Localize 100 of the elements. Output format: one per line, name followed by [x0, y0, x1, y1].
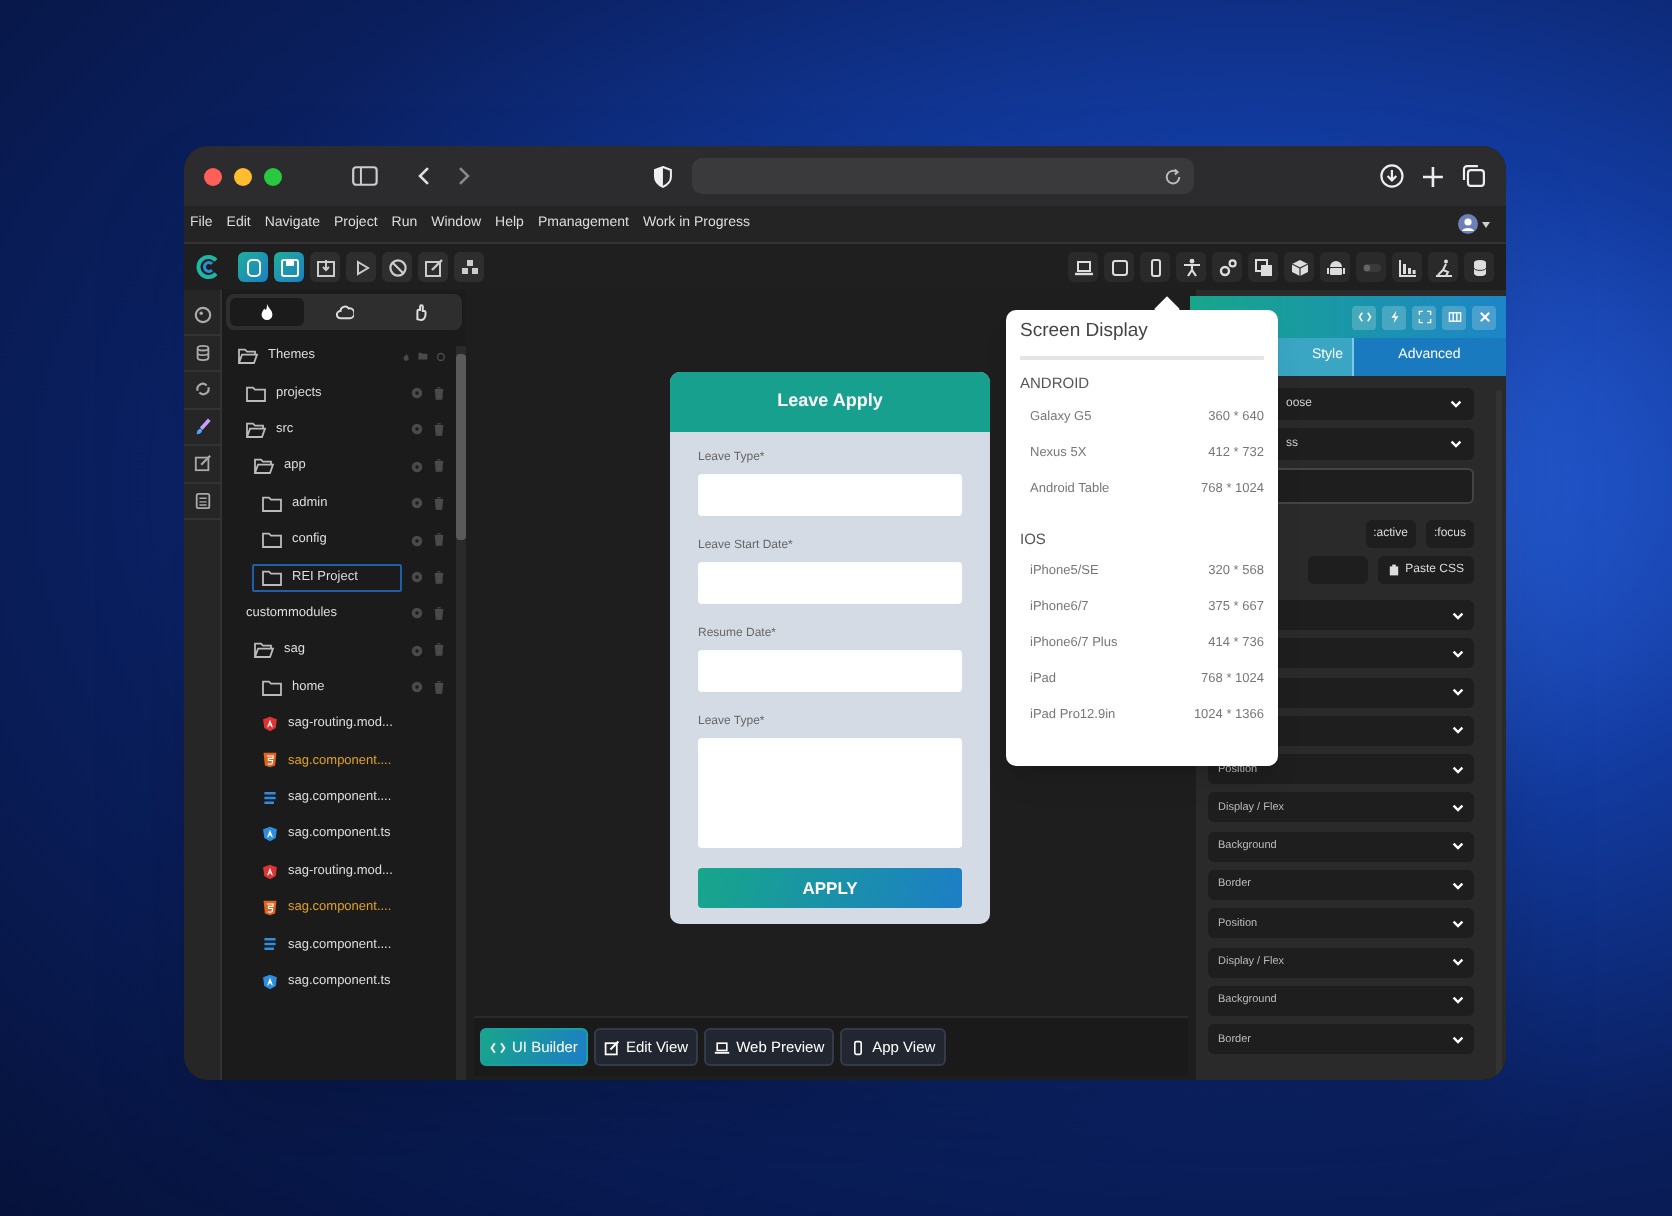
input-field[interactable]	[698, 474, 962, 516]
edit-icon	[603, 1039, 620, 1055]
typescript-icon	[262, 973, 278, 990]
toolbar-button[interactable]	[1284, 252, 1314, 282]
phone-icon	[1145, 257, 1165, 277]
chevron-down-icon	[1450, 400, 1462, 408]
toolbar-button[interactable]	[1140, 252, 1170, 282]
typescript-icon	[262, 826, 278, 843]
android-icon	[1325, 257, 1345, 277]
css-icon	[262, 789, 278, 806]
gears-icon	[1217, 257, 1237, 277]
logo-icon	[196, 254, 220, 280]
toolbar-button[interactable]	[1248, 252, 1278, 282]
database-icon[interactable]	[193, 343, 211, 362]
shield-icon	[653, 165, 672, 187]
zoom-button[interactable]	[263, 167, 282, 185]
document-icon	[243, 257, 263, 277]
bolt-icon	[1387, 310, 1401, 324]
open-folder-icon	[254, 458, 274, 475]
toolbar-button[interactable]	[1392, 252, 1422, 282]
header-button[interactable]	[1472, 305, 1496, 329]
toolbar-button[interactable]	[1464, 252, 1494, 282]
toolbar-button[interactable]	[310, 252, 340, 282]
cloud-icon	[335, 302, 353, 322]
forward-icon[interactable]	[457, 166, 470, 186]
toolbar-button[interactable]	[238, 252, 268, 282]
chevron-down-icon	[1452, 842, 1464, 851]
chevron-down-icon	[1452, 611, 1464, 619]
download-icon[interactable]	[1380, 164, 1405, 188]
caret-icon[interactable]	[1482, 221, 1490, 227]
prohibited-icon	[387, 257, 407, 277]
form-title: Leave Apply	[670, 372, 990, 432]
edit-icon[interactable]	[193, 454, 211, 473]
code-icon	[1357, 310, 1371, 324]
palette-icon[interactable]	[193, 306, 211, 325]
clipboard-icon	[1387, 564, 1400, 576]
database-icon	[1469, 257, 1489, 277]
apply-button[interactable]: APPLY	[698, 868, 962, 908]
toolbar-button[interactable]	[1320, 252, 1350, 282]
header-button[interactable]	[1442, 305, 1466, 329]
brush-icon[interactable]	[193, 417, 211, 436]
code-icon	[490, 1039, 506, 1055]
chevron-down-icon	[1452, 649, 1464, 658]
input-field[interactable]	[698, 562, 962, 604]
toolbar-button[interactable]	[1104, 252, 1134, 282]
toolbar-button[interactable]	[1068, 252, 1098, 282]
header-button[interactable]	[1352, 305, 1376, 329]
toolbar-button[interactable]	[346, 252, 376, 282]
toolbar-button[interactable]	[274, 252, 304, 282]
fullscreen-icon	[1417, 310, 1431, 324]
chevron-down-icon	[1452, 881, 1464, 890]
open-folder-icon	[254, 642, 274, 659]
copy-icon	[1253, 257, 1273, 277]
back-icon[interactable]	[417, 166, 430, 186]
header-button[interactable]	[1412, 305, 1436, 329]
chevron-down-icon	[1452, 726, 1464, 735]
plus-icon[interactable]	[1422, 165, 1445, 187]
angular-icon	[262, 716, 278, 733]
reload-icon[interactable]	[1164, 167, 1183, 185]
toolbar-button[interactable]	[1428, 252, 1458, 282]
accessibility-icon	[1181, 257, 1201, 277]
popup-title: Screen Display	[1020, 318, 1264, 361]
toolbar-button[interactable]	[454, 252, 484, 282]
toolbar-button[interactable]	[418, 252, 448, 282]
sidebar-icon[interactable]	[351, 166, 378, 186]
input-field[interactable]	[698, 650, 962, 692]
chevron-down-icon	[1452, 958, 1464, 967]
laptop-icon	[1073, 257, 1093, 277]
save-icon	[279, 257, 299, 277]
scrollbar-track[interactable]	[456, 346, 466, 1080]
laptop-icon	[714, 1039, 731, 1055]
folder-icon	[262, 679, 282, 696]
toolbar-button[interactable]	[1176, 252, 1206, 282]
chevron-down-icon	[1452, 765, 1464, 774]
folder-icon	[246, 385, 266, 402]
sidebar-tab[interactable]	[230, 298, 304, 326]
cube-icon	[1289, 257, 1309, 277]
scrollbar-thumb[interactable]	[456, 354, 466, 540]
text-area-field[interactable]	[698, 738, 962, 848]
user-avatar-icon[interactable]	[1458, 214, 1478, 234]
toolbar-button[interactable]	[382, 252, 412, 282]
close-icon	[1477, 310, 1491, 324]
tablet-icon	[1109, 257, 1129, 277]
edit-icon	[423, 257, 443, 277]
bar-chart-icon	[1397, 257, 1417, 277]
cubes-icon	[459, 257, 479, 277]
chevron-down-icon	[1452, 919, 1464, 928]
import-icon	[315, 257, 335, 277]
flame-icon	[257, 302, 276, 322]
close-button[interactable]	[204, 167, 222, 185]
header-button[interactable]	[1382, 305, 1406, 329]
tabs-icon[interactable]	[1462, 164, 1487, 188]
chevron-down-icon	[1452, 688, 1464, 697]
figure-icon	[1433, 257, 1453, 277]
minimize-button[interactable]	[233, 167, 252, 185]
columns-icon	[1447, 310, 1461, 324]
recycle-icon[interactable]	[193, 380, 211, 399]
toolbar-button[interactable]	[1212, 252, 1242, 282]
list-icon[interactable]	[193, 491, 211, 510]
chevron-down-icon	[1452, 803, 1464, 812]
